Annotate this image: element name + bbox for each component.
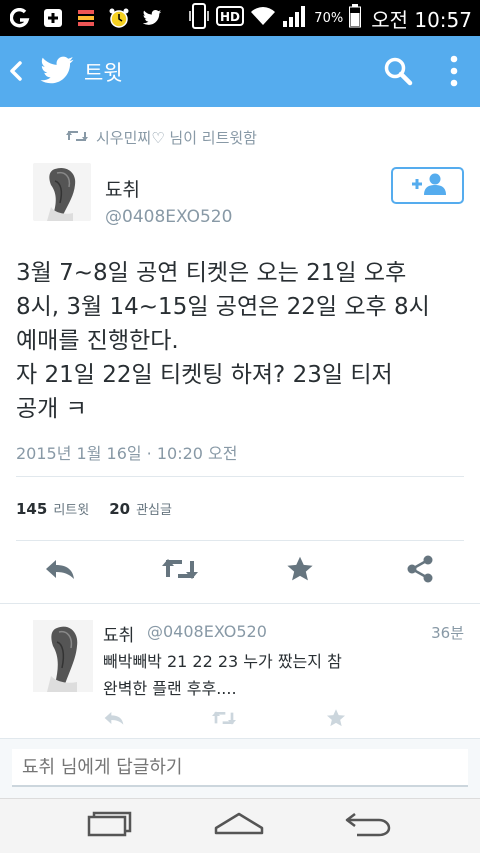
reply-text-line: 완벽한 플랜 후후.... — [103, 679, 237, 698]
tweet-timestamp: 2015년 1월 16일 · 10:20 오전 — [16, 444, 238, 463]
follow-button[interactable] — [391, 167, 464, 204]
avatar[interactable] — [33, 163, 91, 221]
reply-author-handle[interactable]: @0408EXO520 — [147, 622, 267, 641]
recent-apps-icon — [86, 811, 134, 841]
tweet-text-line: 자 21일 22일 티켓팅 하져? 23일 티저 — [16, 362, 393, 388]
recent-apps-button[interactable] — [85, 809, 135, 843]
back-nav-button[interactable] — [343, 809, 393, 843]
search-icon[interactable] — [383, 56, 413, 90]
retweet-button[interactable] — [162, 556, 198, 586]
clock: 오전 10:57 — [371, 7, 472, 32]
share-button[interactable] — [402, 555, 438, 587]
home-button[interactable] — [214, 809, 264, 843]
favorites-count[interactable]: 20 — [109, 500, 130, 518]
retweeted-by[interactable]: 시우민찌♡ 님이 리트윗함 — [66, 127, 257, 148]
share-icon — [406, 555, 434, 587]
twitter-notification-icon — [140, 6, 164, 30]
reply-text: 빼박빼박 21 22 23 누가 짰는지 참 완벽한 플랜 후후.... — [103, 648, 433, 702]
page-title: 트윗 — [84, 61, 123, 85]
divider — [16, 540, 464, 541]
author-handle[interactable]: @0408EXO520 — [105, 207, 232, 227]
retweets-label[interactable]: 리트윗 — [53, 499, 89, 518]
status-bar: HD 70% 오전 10:57 — [0, 0, 480, 36]
phone-vibrate-icon — [188, 3, 210, 33]
reply-input[interactable] — [12, 749, 468, 787]
reply-retweet-button[interactable] — [212, 710, 236, 730]
signal-icon — [282, 4, 308, 32]
tweet-stats: 145 리트윗 20 관심글 — [16, 499, 192, 518]
wifi-icon — [250, 5, 276, 31]
alarm-clock-icon — [107, 6, 131, 30]
retweet-icon — [211, 710, 237, 730]
svg-text:HD: HD — [220, 10, 240, 24]
add-notification-icon — [41, 6, 65, 30]
reply-icon — [44, 557, 76, 585]
retweet-icon — [162, 557, 198, 585]
reply-icon — [103, 710, 125, 730]
star-icon — [326, 708, 346, 732]
tweet-text-line: 8시, 3월 14~15일 공연은 22일 오후 8시 — [16, 294, 430, 320]
reply-reply-button[interactable] — [102, 710, 126, 730]
battery-icon — [349, 4, 362, 32]
favorites-label[interactable]: 관심글 — [136, 499, 172, 518]
retweet-small-icon — [66, 128, 88, 147]
tweet-text-line: 예매를 진행한다. — [16, 328, 179, 354]
more-icon[interactable] — [449, 54, 459, 92]
app-notification-icon — [8, 6, 32, 30]
hd-voice-icon: HD — [216, 5, 245, 31]
reply-favorite-button[interactable] — [324, 708, 348, 732]
reply-composer — [0, 738, 480, 798]
author-name[interactable]: 됴취 — [105, 175, 140, 202]
reply-avatar[interactable] — [33, 620, 93, 692]
tweet-text-line: 3월 7~8일 공연 티켓은 오는 21일 오후 — [16, 260, 407, 286]
twitter-logo-icon[interactable] — [39, 56, 75, 90]
reply-age: 36분 — [431, 624, 464, 642]
favorite-button[interactable] — [282, 556, 318, 586]
retweeted-by-label: 시우민찌♡ 님이 리트윗함 — [96, 129, 257, 147]
system-nav-bar — [0, 798, 480, 853]
reply-author-name[interactable]: 됴취 — [103, 621, 134, 646]
tweet-text-line: 공개 ㅋ — [16, 396, 87, 422]
back-icon[interactable] — [8, 58, 24, 88]
retweets-count[interactable]: 145 — [16, 500, 47, 518]
tweet-text: 3월 7~8일 공연 티켓은 오는 21일 오후 8시, 3월 14~15일 공… — [16, 256, 468, 426]
stack-notification-icon — [74, 6, 98, 30]
back-arrow-icon — [343, 810, 393, 842]
star-icon — [286, 555, 314, 587]
reply-text-line: 빼박빼박 21 22 23 누가 짰는지 참 — [103, 652, 342, 671]
reply-button[interactable] — [42, 556, 78, 586]
divider — [0, 603, 480, 604]
home-icon — [213, 811, 265, 841]
divider — [16, 476, 464, 477]
add-user-icon — [409, 172, 447, 200]
app-bar: 트윗 — [0, 36, 480, 107]
battery-percent: 70% — [314, 10, 344, 26]
